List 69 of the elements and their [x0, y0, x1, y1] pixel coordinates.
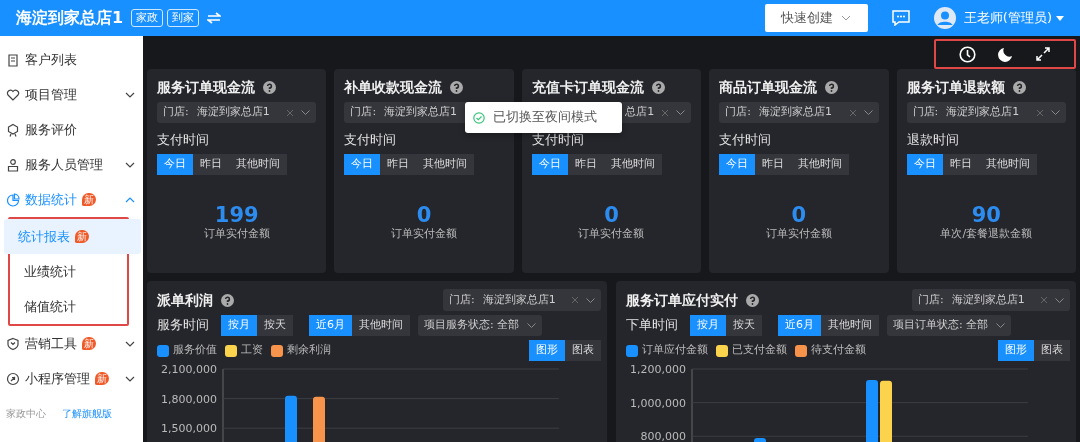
- new-badge: 新: [75, 230, 89, 243]
- legend-label: 工资: [241, 342, 263, 359]
- select-value: 总店1: [625, 104, 655, 121]
- menu-label: 营销工具: [25, 334, 77, 353]
- axis-tick-label: 1,200,000: [630, 363, 686, 376]
- legend-label: 已支付金额: [732, 342, 787, 359]
- menu-label: 客户列表: [25, 50, 77, 69]
- time-label: 服务时间: [157, 316, 209, 335]
- card-title: 服务订单现金流: [157, 78, 255, 97]
- menu-label: 小程序管理: [25, 369, 90, 388]
- card-title: 派单利润: [157, 290, 213, 310]
- axis-tick-label: 2,100,000: [161, 363, 217, 376]
- metric-value: 0: [416, 204, 432, 226]
- time-label: 下单时间: [626, 316, 678, 335]
- menu-label: 服务人员管理: [25, 155, 103, 174]
- axis-tick-label: 1,800,000: [161, 392, 217, 406]
- select-label: 门店:: [163, 104, 189, 121]
- card-title: 充值卡订单现金流: [531, 78, 644, 97]
- axis-tick-label: 1,500,000: [161, 422, 217, 436]
- menu-label: 业绩统计: [24, 262, 76, 281]
- legend-label: 服务价值: [173, 342, 217, 359]
- select-label: 门店:: [918, 291, 944, 308]
- select-label: 门店:: [449, 291, 475, 308]
- select-value: 海淀到家总店1: [951, 291, 1025, 308]
- select-label: 门店:: [350, 104, 377, 121]
- select-value: 海淀到家总店1: [758, 104, 832, 121]
- time-label: 支付时间: [157, 131, 209, 149]
- menu-label: 数据统计: [25, 190, 77, 209]
- tag-label: 家政: [131, 9, 164, 27]
- axis-tick-label: 1,000,000: [630, 396, 686, 410]
- time-label: 支付时间: [719, 131, 772, 149]
- menu-label: 项目管理: [25, 85, 77, 104]
- menu-label: 储值统计: [24, 297, 76, 316]
- metric-value: 90: [971, 204, 1001, 226]
- metric-caption: 订单实付金额: [578, 225, 645, 242]
- select-value: 海淀到家总店1: [196, 104, 270, 121]
- select-value: 海淀到家总店1: [482, 291, 556, 308]
- metric-value: 0: [791, 204, 807, 226]
- metric-caption: 订单实付金额: [203, 225, 270, 242]
- new-badge: 新: [95, 372, 109, 385]
- time-label: 支付时间: [531, 131, 584, 149]
- select-value: 项目订单状态: 全部: [893, 317, 989, 334]
- card-title: 服务订单退款额: [906, 78, 1005, 97]
- select-label: 门店:: [912, 104, 939, 121]
- card-title: 补单收款现金流: [344, 78, 443, 97]
- select-value: 海淀到家总店1: [384, 104, 458, 121]
- time-label: 退款时间: [906, 131, 959, 149]
- metric-caption: 订单实付金额: [765, 225, 832, 242]
- menu-label: 统计报表: [18, 227, 70, 246]
- footer-text: 家政中心: [6, 407, 46, 421]
- select-label: 门店:: [725, 104, 751, 121]
- card-title: 服务订单应付实付: [626, 290, 738, 310]
- select-value: 项目服务状态: 全部: [424, 317, 520, 334]
- metric-value: 0: [604, 204, 619, 226]
- metric-caption: 单次/套餐退款金额: [940, 225, 1033, 242]
- legend-label: 剩余利润: [287, 342, 331, 359]
- menu-label: 服务评价: [25, 120, 77, 139]
- new-badge: 新: [82, 337, 96, 350]
- new-badge: 新: [82, 193, 96, 206]
- legend-label: 待支付金额: [811, 342, 866, 359]
- axis-tick-label: 800,000: [640, 430, 686, 442]
- select-value: 海淀到家总店1: [946, 104, 1020, 121]
- metric-value: 199: [214, 204, 259, 226]
- store-title: 海淀到家总店1: [16, 7, 124, 29]
- tag-label: 到家: [167, 9, 200, 27]
- time-label: 支付时间: [344, 131, 397, 149]
- metric-caption: 订单实付金额: [391, 225, 458, 242]
- legend-label: 订单应付金额: [642, 342, 708, 359]
- card-title: 商品订单现金流: [719, 78, 818, 97]
